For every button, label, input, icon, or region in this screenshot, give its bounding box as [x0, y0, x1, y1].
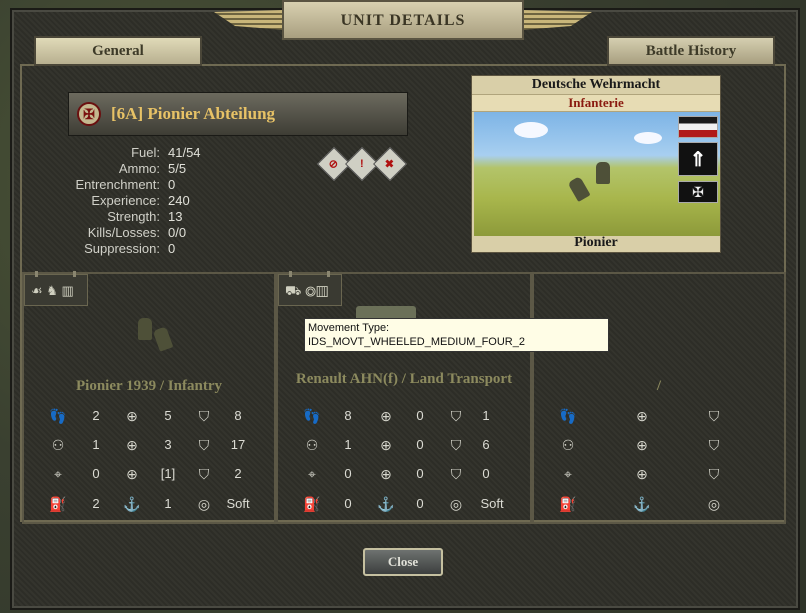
- equipment-category-tag: ⛟ ◎▥: [278, 271, 342, 306]
- equipment-panel-empty: / 👣 ⊕ ⛉ ⚇ ⊕ ⛉ ⌖ ⊕ ⛉ ⛽ ⚓ ◎: [532, 272, 786, 524]
- equipment-panel-transport: ⛟ ◎▥ Renault AHN(f) / Land Transport 👣 8…: [276, 271, 532, 524]
- tab-general[interactable]: General: [34, 36, 202, 66]
- equipment-category-tag: ☙ ♞ ▥: [24, 271, 88, 306]
- movement-icon: 👣: [559, 408, 577, 424]
- close-defense-icon: ⛉: [198, 466, 210, 482]
- air-attack-icon: ⊕: [636, 466, 648, 482]
- tab-battle-history[interactable]: Battle History: [607, 36, 775, 66]
- card-branch: Infanterie: [472, 94, 720, 112]
- movement-type-tooltip: Movement Type: IDS_MOVT_WHEELED_MEDIUM_F…: [304, 318, 609, 352]
- infantry-category-icon: ☙ ♞ ▥: [31, 283, 74, 298]
- no-upgrade-icon[interactable]: ✖: [373, 147, 407, 181]
- range-icon: ⌖: [54, 466, 62, 482]
- range-icon: ⌖: [308, 466, 316, 482]
- nation-roundel-icon: ✠: [77, 102, 101, 126]
- air-attack-icon: ⊕: [126, 466, 138, 482]
- rank-chevron-icon: ⇑: [678, 142, 718, 176]
- ammo-fuel-icon: ⛽: [49, 496, 67, 512]
- soft-attack-icon: ⊕: [636, 408, 648, 424]
- soft-attack-icon: ⊕: [380, 408, 392, 424]
- stat-row: Strength: 13: [107, 209, 183, 224]
- close-defense-icon: ⛉: [708, 466, 720, 482]
- air-defense-icon: ⛉: [198, 437, 210, 453]
- hard-attack-icon: ⊕: [126, 437, 138, 453]
- stat-row: Ammo: 5/5: [118, 161, 187, 176]
- card-unit-type: Pionier: [574, 235, 618, 250]
- unit-portrait-card: Deutsche Wehrmacht Infanterie ⇑ ✠ Pionie…: [471, 75, 721, 253]
- close-defense-icon: ⛉: [450, 466, 462, 482]
- hard-attack-icon: ⊕: [380, 437, 392, 453]
- card-nation: Deutsche Wehrmacht: [531, 77, 661, 92]
- movement-icon: 👣: [303, 408, 321, 424]
- range-icon: ⌖: [564, 466, 572, 482]
- ground-defense-icon: ⛉: [450, 408, 462, 424]
- air-defense-icon: ⛉: [450, 437, 462, 453]
- war-flag-icon: [678, 116, 718, 138]
- dialog-title: UNIT DETAILS: [282, 0, 524, 40]
- hard-attack-icon: ⊕: [636, 437, 648, 453]
- spotting-icon: ⚇: [561, 437, 575, 453]
- unit-name-bar: ✠ [6A] Pionier Abteilung: [68, 92, 408, 136]
- unit-name: [6A] Pionier Abteilung: [111, 104, 276, 123]
- close-button[interactable]: Close: [363, 548, 443, 576]
- stat-row: Fuel: 41/54: [131, 145, 201, 160]
- air-defense-icon: ⛉: [708, 437, 720, 453]
- ammo-fuel-icon: ⛽: [559, 496, 577, 512]
- spotting-icon: ⚇: [51, 437, 65, 453]
- equipment-title: Renault AHN(f) / Land Transport: [295, 371, 513, 387]
- movement-icon: 👣: [49, 408, 67, 424]
- air-attack-icon: ⊕: [380, 466, 392, 482]
- target-type-icon: ◎: [707, 496, 721, 512]
- soft-attack-icon: ⊕: [126, 408, 138, 424]
- unit-status-icons: ⊘ ! ✖: [317, 147, 407, 181]
- stat-row: Entrenchment: 0: [75, 177, 176, 192]
- target-type-icon: ◎: [197, 496, 211, 512]
- target-type-icon: ◎: [449, 496, 463, 512]
- infantry-sprite: [134, 314, 184, 359]
- stat-row: Kills/Losses: 0/0: [87, 225, 187, 240]
- ground-defense-icon: ⛉: [708, 408, 720, 424]
- naval-attack-icon: ⚓: [377, 496, 395, 512]
- stat-row: Experience: 240: [91, 193, 190, 208]
- naval-attack-icon: ⚓: [123, 496, 141, 512]
- equipment-panel-primary: ☙ ♞ ▥ Pionier 1939 / Infantry 👣 2 ⊕ 5 ⛉ …: [22, 271, 276, 524]
- equipment-title: /: [656, 378, 662, 394]
- ammo-fuel-icon: ⛽: [303, 496, 321, 512]
- spotting-icon: ⚇: [305, 437, 319, 453]
- naval-attack-icon: ⚓: [633, 496, 651, 512]
- equipment-title: Pionier 1939 / Infantry: [76, 378, 222, 394]
- eagle-emblem-icon: ✠: [678, 181, 718, 203]
- ground-defense-icon: ⛉: [198, 408, 210, 424]
- stat-row: Suppression: 0: [84, 241, 176, 256]
- truck-category-icon: ⛟ ◎▥: [285, 283, 329, 298]
- unit-stats: Fuel: 41/54 Ammo: 5/5 Entrenchment: 0 Exper…: [40, 145, 201, 257]
